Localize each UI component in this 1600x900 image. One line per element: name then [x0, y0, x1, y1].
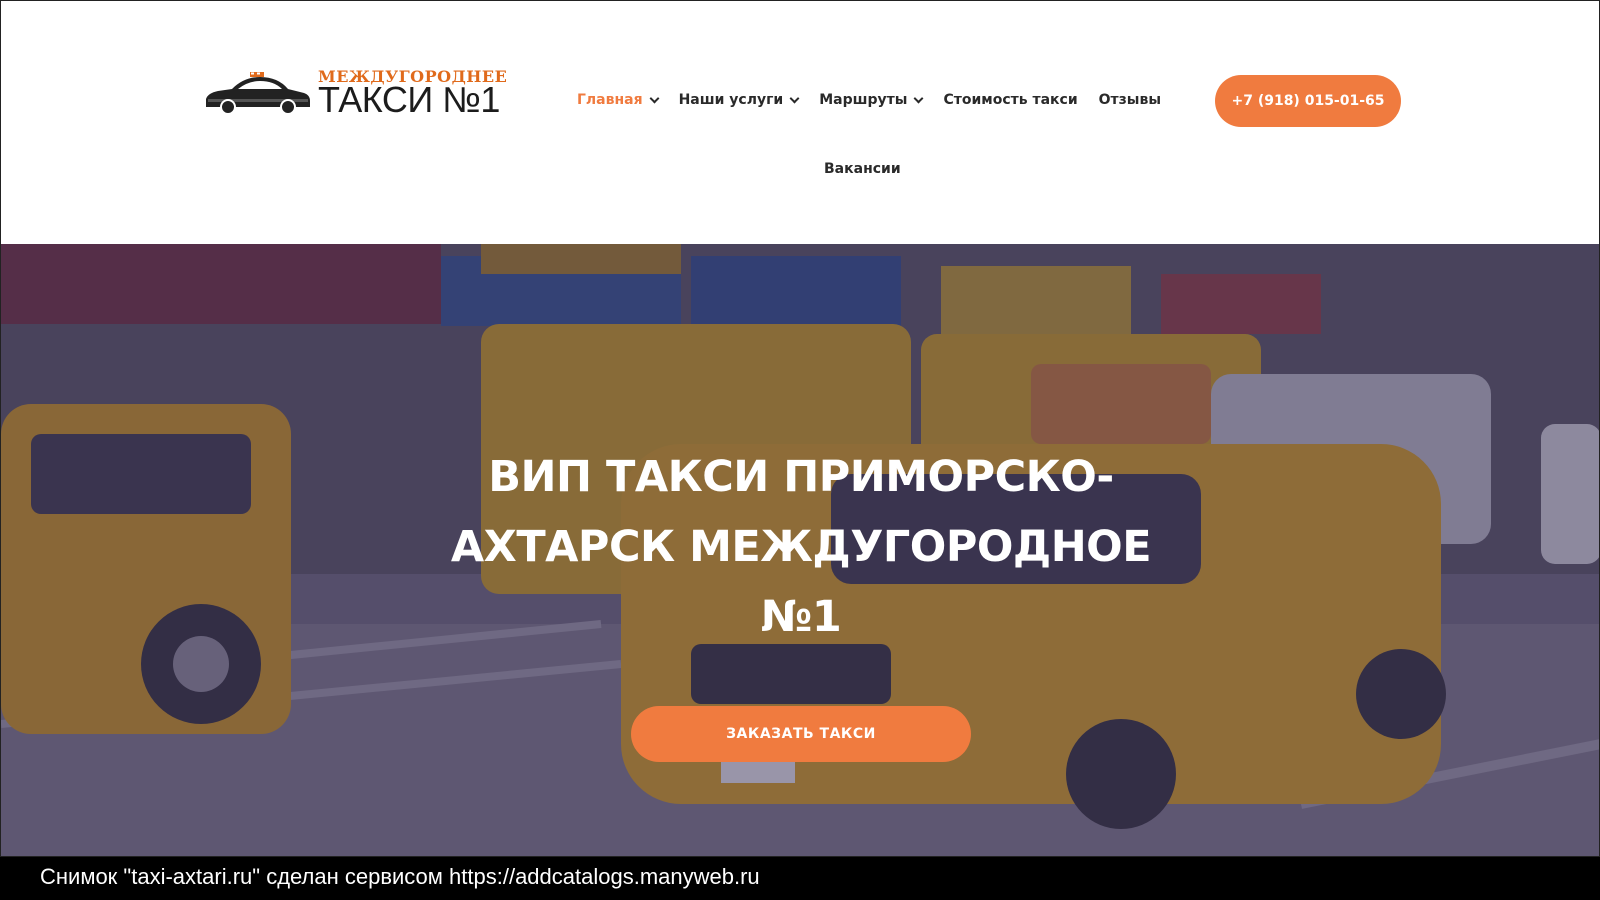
- browser-page: < МЕЖДУГОРОДНЕЕ ТАКСИ №1 Главная Наш: [0, 0, 1600, 857]
- nav-item-home[interactable]: Главная: [577, 92, 660, 108]
- site-header: МЕЖДУГОРОДНЕЕ ТАКСИ №1 Главная Наши услу…: [1, 1, 1599, 244]
- hero-title: ВИП ТАКСИ ПРИМОРСКО-АХТАРСК МЕЖДУГОРОДНО…: [450, 452, 1152, 642]
- order-taxi-button[interactable]: ЗАКАЗАТЬ ТАКСИ: [631, 706, 971, 762]
- logo-main-text: ТАКСИ №1: [318, 79, 500, 120]
- site-logo[interactable]: МЕЖДУГОРОДНЕЕ ТАКСИ №1: [204, 65, 507, 123]
- phone-button[interactable]: +7 (918) 015-01-65: [1215, 75, 1401, 127]
- chevron-down-icon: [789, 93, 800, 103]
- nav-item-vacancies[interactable]: Вакансии: [824, 161, 901, 177]
- nav-item-prices[interactable]: Стоимость такси: [943, 92, 1077, 108]
- taxi-car-icon: [206, 72, 310, 115]
- chevron-down-icon: [914, 93, 924, 103]
- nav-item-label: Наши услуги: [678, 92, 784, 108]
- main-nav: Главная Наши услуги Маршруты Стоимость т…: [577, 92, 1182, 108]
- nav-item-label: Главная: [577, 92, 643, 108]
- nav-item-services[interactable]: Наши услуги: [678, 92, 800, 108]
- nav-item-label: Отзывы: [1098, 92, 1161, 108]
- nav-item-label: Маршруты: [819, 92, 908, 108]
- screenshot-caption: Снимок "taxi-axtari.ru" сделан сервисом …: [40, 864, 760, 889]
- nav-item-routes[interactable]: Маршруты: [819, 92, 924, 108]
- chevron-down-icon: [649, 93, 660, 103]
- nav-item-label: Стоимость такси: [943, 92, 1078, 108]
- hero-section: ВИП ТАКСИ ПРИМОРСКО-АХТАРСК МЕЖДУГОРОДНО…: [1, 244, 1599, 856]
- nav-item-reviews[interactable]: Отзывы: [1099, 92, 1161, 108]
